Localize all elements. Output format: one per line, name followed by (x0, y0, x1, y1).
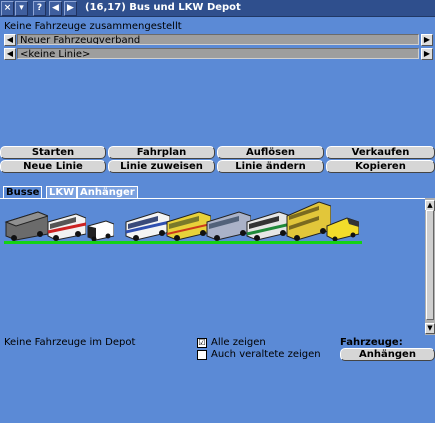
next-icon[interactable]: ▶ (64, 1, 77, 16)
line-selector: ◀ <keine Linie> ▶ (4, 48, 433, 60)
depot-status: Keine Fahrzeuge im Depot (4, 337, 136, 348)
show-obsolete-label: Auch veraltete zeigen (211, 349, 321, 360)
sell-button[interactable]: Verkaufen (326, 146, 435, 159)
dissolve-button[interactable]: Auflösen (217, 146, 324, 159)
convoy-select-field[interactable]: Neuer Fahrzeugverband (17, 34, 419, 45)
close-icon[interactable]: × (1, 1, 14, 16)
convoy-selector: ◀ Neuer Fahrzeugverband ▶ (4, 34, 433, 46)
new-line-button[interactable]: Neue Linie (0, 160, 106, 173)
schedule-button[interactable]: Fahrplan (108, 146, 215, 159)
menu-icon[interactable]: ▾ (15, 1, 28, 16)
help-icon[interactable]: ? (33, 1, 46, 16)
scroll-down-icon[interactable]: ▼ (425, 323, 435, 334)
append-button[interactable]: Anhängen (340, 348, 435, 361)
start-button[interactable]: Starten (0, 146, 106, 159)
convoy-status: Keine Fahrzeuge zusammengestellt (4, 21, 182, 32)
line-prev-arrow-icon[interactable]: ◀ (4, 48, 16, 60)
vehicle-list-scrollbar[interactable]: ▲ ▼ (425, 198, 435, 335)
assign-line-button[interactable]: Linie zuweisen (108, 160, 215, 173)
bus-icon[interactable] (4, 208, 48, 242)
minibus-icon[interactable] (325, 214, 359, 242)
window-title: (16,17) Bus und LKW Depot (85, 2, 241, 13)
show-all-checkbox[interactable]: ☑ (197, 338, 207, 348)
show-all-label: Alle zeigen (211, 337, 266, 348)
bus-icon[interactable] (86, 218, 114, 242)
convoy-next-arrow-icon[interactable]: ▶ (421, 34, 433, 46)
show-obsolete-checkbox[interactable] (197, 350, 207, 360)
change-line-button[interactable]: Linie ändern (217, 160, 324, 173)
scroll-thumb[interactable] (426, 210, 434, 320)
vehicles-label: Fahrzeuge: (340, 337, 403, 348)
line-next-arrow-icon[interactable]: ▶ (421, 48, 433, 60)
title-bar: × ▾ ? ◀ ▶ (16,17) Bus und LKW Depot (0, 0, 435, 17)
prev-icon[interactable]: ◀ (49, 1, 62, 16)
copy-button[interactable]: Kopieren (326, 160, 435, 173)
bus-icon[interactable] (46, 210, 86, 242)
bus-icon[interactable] (124, 208, 170, 242)
convoy-prev-arrow-icon[interactable]: ◀ (4, 34, 16, 46)
line-select-field[interactable]: <keine Linie> (17, 48, 419, 59)
availability-bar (4, 241, 362, 244)
